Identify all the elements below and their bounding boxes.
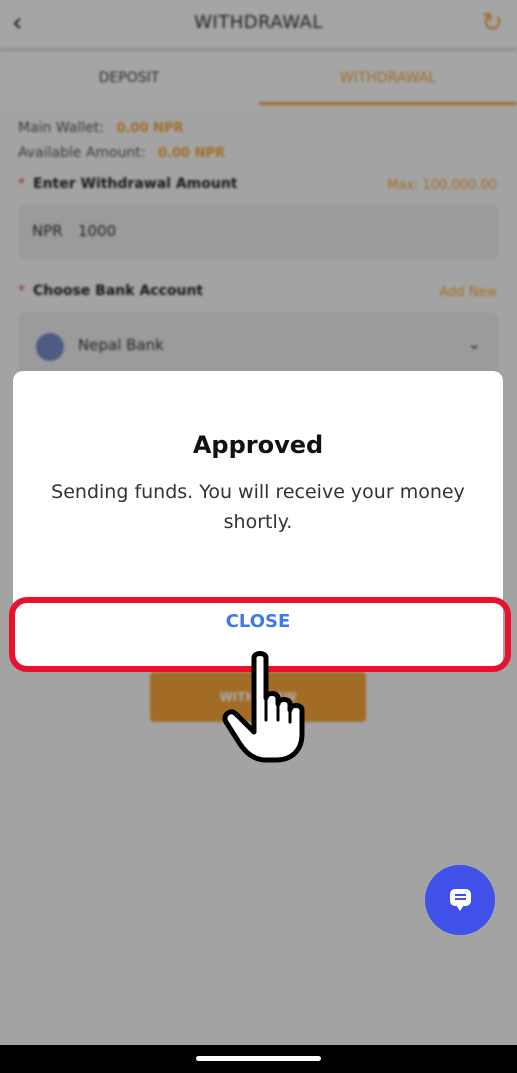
- pointing-hand-icon: [222, 651, 305, 763]
- dialog-message: Sending funds. You will receive your mon…: [51, 481, 465, 533]
- dialog-title: Approved: [192, 431, 324, 459]
- system-nav-bar: [0, 1045, 517, 1073]
- chat-icon: [450, 889, 471, 911]
- chat-button[interactable]: [425, 865, 495, 935]
- home-indicator[interactable]: [196, 1056, 321, 1061]
